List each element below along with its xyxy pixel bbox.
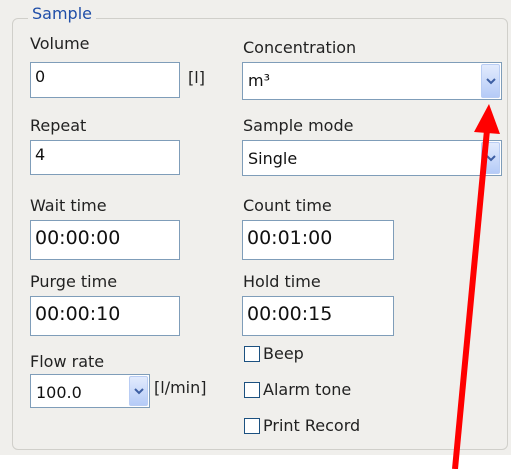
red-arrow-shaft [452, 129, 490, 469]
red-arrow-annotation [452, 104, 500, 469]
red-arrow-head [474, 104, 500, 134]
